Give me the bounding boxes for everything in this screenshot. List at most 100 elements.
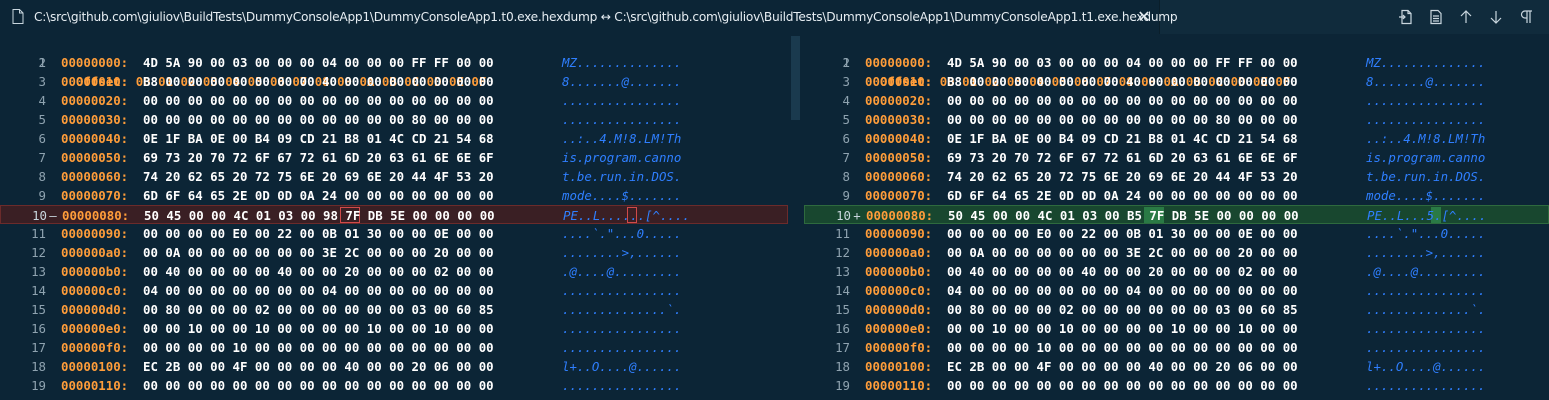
hex-bytes: 00 00 00 00 00 00 00 00 00 00 00 00 00 0… (947, 93, 1298, 108)
line-number: 11 (31, 226, 46, 241)
offset: 000000a0: (61, 245, 129, 260)
inserted-line: 10 +00000080: 50 45 00 00 4C 01 03 00 B5 7… (804, 205, 1549, 224)
line-number: 9 (842, 188, 850, 203)
open-file-icon[interactable] (1397, 8, 1415, 26)
offset: 00000020: (865, 93, 933, 108)
line-number: 3 (38, 74, 46, 89)
line-number: 19 (835, 378, 850, 393)
offset: 00000060: (865, 169, 933, 184)
header-row: 1 Offset: 00 01 02 03 04 05 06 07 08 09 … (0, 34, 788, 89)
ascii-text: ................ (562, 321, 682, 336)
hex-bytes: 0E 1F BA 0E 00 B4 09 CD 21 B8 01 4C CD 2… (143, 131, 494, 146)
offset: 00000080: (866, 208, 934, 223)
line-number: 9 (38, 188, 46, 203)
editor-actions (1389, 0, 1549, 34)
close-icon[interactable]: ✕ (1136, 0, 1152, 34)
ascii-text: ................ (562, 93, 682, 108)
offset: 00000030: (61, 112, 129, 127)
line-number: 2 (38, 55, 46, 70)
original-editor-pane[interactable]: 1 Offset: 00 01 02 03 04 05 06 07 08 09 … (0, 34, 788, 400)
scrollbar[interactable] (788, 34, 804, 400)
offset: 000000b0: (61, 264, 129, 279)
hexdump-line: 17 000000f0: 00 00 00 00 10 00 00 00 00 00… (0, 338, 788, 357)
line-number: 19 (31, 378, 46, 393)
open-preview-icon[interactable] (1427, 8, 1445, 26)
offset: 00000050: (61, 150, 129, 165)
hexdump-line: 11 00000090: 00 00 00 00 E0 00 22 00 0B 01… (0, 224, 788, 243)
offset: 00000070: (865, 188, 933, 203)
hexdump-line: 12 000000a0: 00 0A 00 00 00 00 00 00 3E 2C… (0, 243, 788, 262)
offset: 000000e0: (865, 321, 933, 336)
hex-bytes: 00 00 00 00 00 00 00 00 00 00 00 00 00 0… (143, 93, 494, 108)
hex-bytes: 00 00 00 00 E0 00 22 00 0B 01 30 00 00 0… (143, 226, 494, 241)
ascii-text: mode....$....... (1366, 188, 1486, 203)
hex-bytes: 69 73 20 70 72 6F 67 72 61 6D 20 63 61 6… (947, 150, 1298, 165)
ascii-text: ................ (562, 112, 682, 127)
ascii-text: 8.......@....... (1366, 74, 1486, 89)
offset: 000000d0: (61, 302, 129, 317)
ascii-text: MZ.............. (1366, 55, 1486, 70)
ascii-text: PE..L......[^.... (563, 208, 690, 223)
arrow-down-icon[interactable] (1487, 8, 1505, 26)
offset: 000000f0: (865, 340, 933, 355)
modified-editor-pane[interactable]: 1 Offset: 00 01 02 03 04 05 06 07 08 09 … (804, 34, 1549, 400)
arrow-up-icon[interactable] (1457, 8, 1475, 26)
line-number: 10 (836, 208, 851, 223)
hex-bytes: 00 40 00 00 00 00 40 00 00 20 00 00 00 0… (947, 264, 1298, 279)
ascii-text: ................ (1366, 93, 1486, 108)
offset: 00000030: (865, 112, 933, 127)
hex-bytes: 74 20 62 65 20 72 75 6E 20 69 6E 20 44 4… (143, 169, 494, 184)
hexdump-line: 6 00000040: 0E 1F BA 0E 00 B4 09 CD 21 B8 … (804, 129, 1549, 148)
tab-bar: C:\src\github.com\giuliov\BuildTests\Dum… (0, 0, 1549, 34)
ascii-text: l+..O....@...... (1366, 359, 1486, 374)
ascii-text: ........>,...... (1366, 245, 1486, 260)
line-number: 3 (842, 74, 850, 89)
hexdump-line: 15 000000d0: 00 80 00 00 00 02 00 00 00 00… (804, 300, 1549, 319)
line-number: 7 (842, 150, 850, 165)
hex-bytes: 74 20 62 65 20 72 75 6E 20 69 6E 20 44 4… (947, 169, 1298, 184)
hex-bytes: 4D 5A 90 00 03 00 00 00 04 00 00 00 FF F… (143, 55, 494, 70)
ascii-text: ..:..4.M!8.LM!Th (1366, 131, 1486, 146)
offset: 000000e0: (61, 321, 129, 336)
pilcrow-icon[interactable] (1517, 8, 1535, 26)
ascii-text: ................ (1366, 321, 1486, 336)
hex-bytes: 00 0A 00 00 00 00 00 00 3E 2C 00 00 00 2… (143, 245, 494, 260)
hex-bytes: 00 80 00 00 00 02 00 00 00 00 00 00 03 0… (947, 302, 1298, 317)
ascii-text: t.be.run.in.DOS. (562, 169, 682, 184)
line-number: 8 (38, 169, 46, 184)
line-number: 17 (835, 340, 850, 355)
hex-bytes: 6D 6F 64 65 2E 0D 0D 0A 24 00 00 00 00 0… (947, 188, 1298, 203)
hexdump-line: 19 00000110: 00 00 00 00 00 00 00 00 00 00… (0, 376, 788, 395)
diff-editor-tab[interactable]: C:\src\github.com\giuliov\BuildTests\Dum… (0, 0, 1178, 34)
hexdump-line: 15 000000d0: 00 80 00 00 00 02 00 00 00 00… (0, 300, 788, 319)
offset: 000000c0: (865, 283, 933, 298)
ascii-text: ................ (1366, 112, 1486, 127)
ascii-text: ........>,...... (562, 245, 682, 260)
hex-bytes: B8 00 00 00 00 00 00 00 40 00 00 00 00 0… (143, 74, 494, 89)
line-number: 14 (31, 283, 46, 298)
offset: 00000050: (865, 150, 933, 165)
ascii-text: ................ (562, 340, 682, 355)
hex-bytes: 00 40 00 00 00 00 40 00 00 20 00 00 00 0… (143, 264, 494, 279)
hexdump-line: 8 00000060: 74 20 62 65 20 72 75 6E 20 69 … (804, 167, 1549, 186)
hex-bytes: 50 45 00 00 4C 01 03 00 98 7F DB 5E 00 0… (144, 208, 495, 223)
line-number: 4 (38, 93, 46, 108)
hexdump-line: 7 00000050: 69 73 20 70 72 6F 67 72 61 6D … (804, 148, 1549, 167)
hexdump-line: 13 000000b0: 00 40 00 00 00 00 40 00 00 20… (0, 262, 788, 281)
line-number: 16 (835, 321, 850, 336)
offset: 00000070: (61, 188, 129, 203)
hex-bytes: B8 00 00 00 00 00 00 00 40 00 00 00 00 0… (947, 74, 1298, 89)
diff-marker: + (853, 208, 861, 223)
ascii-text: ....`."...0..... (562, 226, 682, 241)
hex-bytes: 00 00 00 00 E0 00 22 00 0B 01 30 00 00 0… (947, 226, 1298, 241)
offset: 00000000: (865, 55, 933, 70)
scrollbar-thumb[interactable] (791, 36, 800, 120)
hex-bytes: EC 2B 00 00 4F 00 00 00 00 40 00 00 20 0… (143, 359, 494, 374)
ascii-text: ..:..4.M!8.LM!Th (562, 131, 682, 146)
tab-title: C:\src\github.com\giuliov\BuildTests\Dum… (34, 10, 1178, 24)
hexdump-line: 2 00000000: 4D 5A 90 00 03 00 00 00 04 00 … (0, 53, 788, 72)
line-number: 5 (38, 112, 46, 127)
hex-bytes: 00 00 10 00 00 10 00 00 00 00 10 00 00 1… (947, 321, 1298, 336)
offset: 00000090: (61, 226, 129, 241)
ascii-text: .@....@......... (562, 264, 682, 279)
